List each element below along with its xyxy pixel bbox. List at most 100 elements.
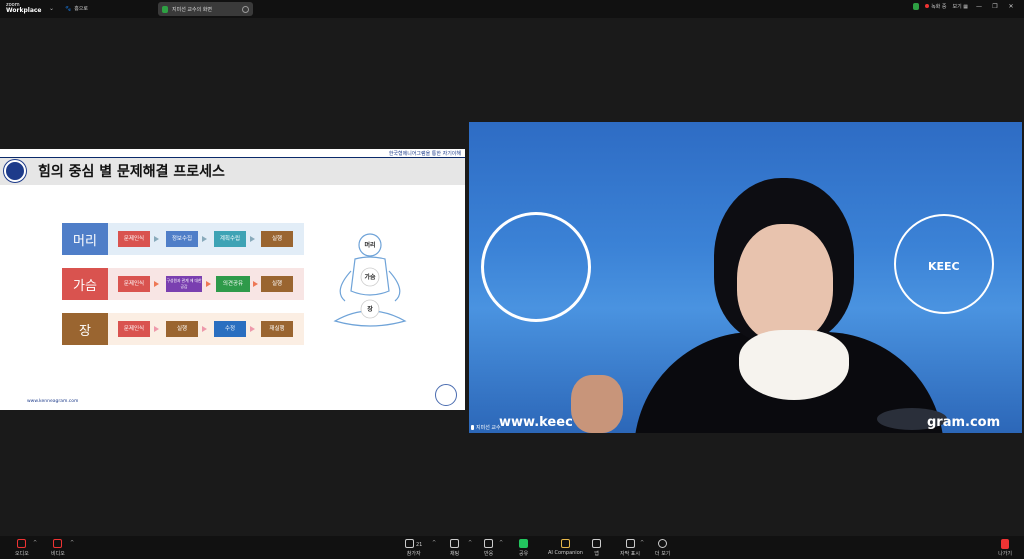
arrow-icon <box>250 236 255 242</box>
audio-button[interactable]: 오디오 <box>15 539 29 557</box>
slide-url: www.kenneagram.com <box>27 399 79 404</box>
home-label: 홈으로 <box>74 6 89 12</box>
chat-button[interactable]: 채팅 <box>450 539 459 557</box>
captions-icon <box>625 539 635 548</box>
keec-logo-text: KEEC <box>928 260 960 273</box>
person-face <box>737 224 833 342</box>
arrow-icon <box>253 281 258 287</box>
meeting-info-pill[interactable]: 지미선 교수의 화면 <box>158 2 253 16</box>
ai-label: AI Companion <box>548 550 583 556</box>
record-dot-icon <box>925 4 930 8</box>
step-box: 재실행 <box>261 321 293 337</box>
react-label: 반응 <box>484 551 494 557</box>
gut-label: 장 <box>367 305 373 313</box>
share-screen-icon <box>519 539 529 548</box>
tree-logo-icon <box>481 212 591 322</box>
ai-companion-button[interactable]: AI Companion <box>548 539 583 556</box>
row-label: 머리 <box>62 223 108 255</box>
title-bar: zoom Workplace ⌄ 🐾 홈으로 지미선 교수의 화면 녹화 중 보… <box>0 0 1024 18</box>
backdrop-url-right: gram.com <box>927 415 1001 430</box>
process-row-head: 머리 문제인식 정보수집 계획수립 실행 <box>62 223 304 255</box>
step-box: 정보수집 <box>166 231 198 247</box>
person-bow <box>739 330 849 400</box>
paw-icon: 🐾 <box>65 5 72 12</box>
body-centers-diagram: 머리 가슴 장 <box>333 233 407 327</box>
video-options-chevron-icon[interactable]: ^ <box>70 540 74 546</box>
audio-label: 오디오 <box>15 551 29 557</box>
step-box: 문제인식 <box>118 231 150 247</box>
participants-button[interactable]: 21 참가자 <box>405 539 422 557</box>
react-button[interactable]: 반응 <box>484 539 493 557</box>
top-right-controls: 녹화 중 보기 ▦ — ❐ ✕ <box>913 3 1024 10</box>
step-box: 문제인식 <box>118 276 150 292</box>
home-button[interactable]: 🐾 홈으로 <box>65 5 89 13</box>
more-button[interactable]: 더 보기 <box>655 539 670 557</box>
process-row-gut: 장 문제인식 실행 수정 재실행 <box>62 313 304 345</box>
university-logo-icon <box>4 160 26 182</box>
brand-bottom-text: Workplace <box>6 7 42 14</box>
captions-button[interactable]: 자막 표시 <box>620 539 640 557</box>
step-box: 실행 <box>261 231 293 247</box>
mic-icon <box>471 425 474 430</box>
chat-label: 채팅 <box>450 551 460 557</box>
apps-button[interactable]: 앱 <box>592 539 601 557</box>
process-row-heart: 가슴 문제인식 구성원과 관계 에 대한 공감 의견공유 실행 <box>62 268 304 300</box>
slide-title: 힘의 중심 별 문제해결 프로세스 <box>38 164 225 180</box>
arrow-icon <box>154 281 159 287</box>
step-box: 수정 <box>214 321 246 337</box>
chat-icon <box>450 539 460 548</box>
step-box: 실행 <box>166 321 198 337</box>
row-label: 가슴 <box>62 268 108 300</box>
slide-top-note: 한국형에니어그램을 통한 자기이해 <box>388 151 461 157</box>
participants-icon-wrap: 21 <box>405 539 422 550</box>
step-box: 문제인식 <box>118 321 150 337</box>
chat-chevron-icon[interactable]: ^ <box>468 540 472 546</box>
mic-off-icon <box>17 539 27 548</box>
meeting-title: 지미선 교수의 화면 <box>172 6 212 13</box>
arrow-icon <box>154 236 159 242</box>
zoom-workplace-logo[interactable]: zoom Workplace <box>6 2 42 14</box>
participants-chevron-icon[interactable]: ^ <box>432 540 436 546</box>
participant-video[interactable]: KEEC www.keec gram.com 지미선 교수 <box>469 122 1022 433</box>
row-label: 장 <box>62 313 108 345</box>
share-button[interactable]: 공유 <box>519 539 528 557</box>
row-band: 문제인식 구성원과 관계 에 대한 공감 의견공유 실행 <box>108 268 304 300</box>
minimize-button[interactable]: — <box>974 3 984 10</box>
backdrop-url-left: www.keec <box>499 415 573 430</box>
security-shield-icon[interactable] <box>913 3 920 10</box>
view-label: 보기 <box>952 4 962 10</box>
recording-label: 녹화 중 <box>931 4 947 10</box>
camera-off-icon <box>53 539 63 548</box>
head-label: 머리 <box>364 241 375 249</box>
arrow-icon <box>202 326 207 332</box>
more-dots-icon <box>658 539 668 548</box>
participants-label: 참가자 <box>406 551 421 557</box>
view-button[interactable]: 보기 ▦ <box>952 3 968 10</box>
people-icon <box>405 539 414 548</box>
more-options-icon[interactable] <box>242 5 249 13</box>
captions-chevron-icon[interactable]: ^ <box>640 540 644 546</box>
step-box: 구성원과 관계 에 대한 공감 <box>166 276 202 292</box>
recording-indicator[interactable]: 녹화 중 <box>925 3 946 10</box>
audio-options-chevron-icon[interactable]: ^ <box>33 540 37 546</box>
arrow-icon <box>154 326 159 332</box>
shared-screen: 한국형에니어그램을 통한 자기이해 힘의 중심 별 문제해결 프로세스 머리 문… <box>0 149 465 410</box>
captions-label: 자막 표시 <box>620 551 640 557</box>
leave-button[interactable]: 나가기 <box>998 539 1012 557</box>
video-button[interactable]: 비디오 <box>51 539 65 557</box>
arrow-icon <box>206 281 211 287</box>
restore-button[interactable]: ❐ <box>990 3 1000 10</box>
sparkle-icon <box>560 539 570 548</box>
arrow-icon <box>202 236 207 242</box>
participant-name-tag: 지미선 교수 <box>471 424 501 431</box>
arrow-icon <box>250 326 255 332</box>
shield-icon <box>162 5 168 13</box>
more-label: 더 보기 <box>655 551 671 557</box>
heart-label: 가슴 <box>364 273 376 281</box>
person-hand <box>571 375 623 433</box>
apps-label: 앱 <box>594 551 599 557</box>
chevron-down-icon[interactable]: ⌄ <box>49 5 54 12</box>
apps-icon <box>592 539 601 548</box>
close-button[interactable]: ✕ <box>1006 3 1016 10</box>
react-chevron-icon[interactable]: ^ <box>499 540 503 546</box>
